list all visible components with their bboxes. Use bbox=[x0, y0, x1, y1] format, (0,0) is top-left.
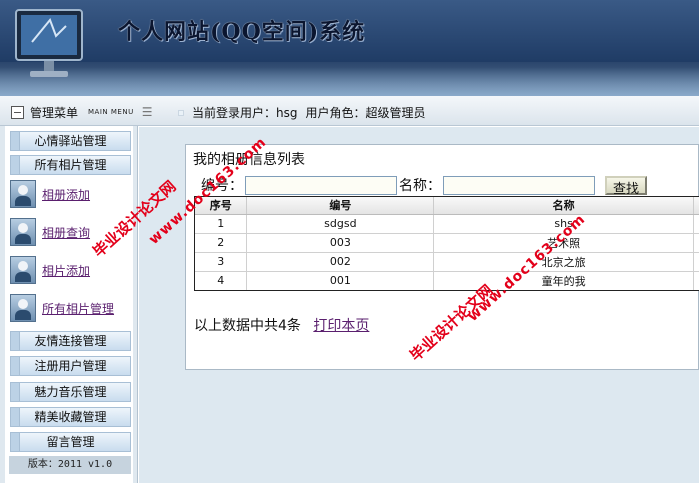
sidebar-item-messages[interactable]: 留言管理 bbox=[10, 432, 131, 452]
cell-extra bbox=[693, 252, 699, 272]
user-icon bbox=[10, 294, 36, 322]
column-header: 编号 bbox=[246, 197, 435, 215]
name-label: 名称： bbox=[399, 178, 441, 194]
sidebar-item-favorites[interactable]: 精美收藏管理 bbox=[10, 407, 131, 427]
search-bar: 编号： 名称： 查找 bbox=[201, 175, 648, 196]
sidebar-item-links[interactable]: 友情连接管理 bbox=[10, 331, 131, 351]
user-role: 用户角色：超级管理员 bbox=[305, 106, 426, 120]
table-row[interactable]: 2 003 艺术照 bbox=[195, 233, 699, 253]
sidebar-item-label: 友情连接管理 bbox=[34, 334, 107, 348]
sidebar-item-music[interactable]: 魅力音乐管理 bbox=[10, 382, 131, 402]
cell-code: 003 bbox=[246, 233, 435, 253]
table-header-row: 序号 编号 名称 bbox=[195, 197, 699, 215]
table-row[interactable]: 1 sdgsd shs bbox=[195, 214, 699, 234]
cell-extra bbox=[693, 214, 699, 234]
sidebar-item-label: 心情驿站管理 bbox=[34, 134, 107, 148]
sidebar-item-photo-add[interactable]: 相片添加 bbox=[10, 255, 134, 285]
album-table: 序号 编号 名称 1 sdgsd shs 2 003 艺术照 3 002 北京之… bbox=[195, 197, 699, 290]
sidebar-item-photos-manage[interactable]: 所有相片管理 bbox=[10, 293, 134, 323]
cell-index: 1 bbox=[195, 214, 248, 234]
cell-code: sdgsd bbox=[246, 214, 435, 234]
item-marker-icon bbox=[11, 357, 20, 375]
item-marker-icon bbox=[11, 156, 20, 174]
sidebar-item-all-photos[interactable]: 所有相片管理 bbox=[10, 155, 131, 175]
user-icon bbox=[10, 180, 36, 208]
collapse-icon[interactable] bbox=[11, 105, 24, 119]
sidebar-item-label: 精美收藏管理 bbox=[34, 410, 107, 424]
table-row[interactable]: 4 001 童年的我 bbox=[195, 271, 699, 290]
item-marker-icon bbox=[11, 383, 20, 401]
sidebar-link[interactable]: 相册查询 bbox=[42, 224, 90, 241]
cell-index: 4 bbox=[195, 271, 248, 290]
sidebar-item-label: 所有相片管理 bbox=[34, 158, 107, 172]
item-marker-icon bbox=[11, 433, 20, 451]
user-info: 当前登录用户：hsg 用户角色：超级管理员 bbox=[178, 104, 426, 121]
header-shine bbox=[0, 62, 699, 96]
version-label: 版本：2011 v1.0 bbox=[9, 456, 131, 474]
menu-subtitle: MAIN MENU bbox=[88, 108, 134, 116]
sidebar-item-label: 魅力音乐管理 bbox=[34, 385, 107, 399]
sidebar-item-album-add[interactable]: 相册添加 bbox=[10, 179, 134, 209]
name-input[interactable] bbox=[443, 175, 595, 195]
cell-index: 3 bbox=[195, 252, 248, 272]
album-table-wrapper: 序号 编号 名称 1 sdgsd shs 2 003 艺术照 3 002 北京之… bbox=[194, 196, 699, 291]
code-input[interactable] bbox=[245, 175, 397, 195]
sidebar-link[interactable]: 相片添加 bbox=[42, 262, 90, 279]
sidebar-item-mood[interactable]: 心情驿站管理 bbox=[10, 131, 131, 151]
menu-lines-icon: ☰ bbox=[141, 105, 153, 119]
column-header-extra bbox=[693, 197, 699, 215]
user-icon bbox=[10, 218, 36, 246]
header-banner: 个人网站(QQ空间)系统 bbox=[0, 0, 699, 96]
sidebar-link[interactable]: 相册添加 bbox=[42, 186, 90, 203]
app-title: 个人网站(QQ空间)系统 bbox=[118, 19, 366, 45]
sidebar-link[interactable]: 所有相片管理 bbox=[42, 300, 114, 317]
record-count: 以上数据中共4条 bbox=[194, 318, 301, 334]
table-row[interactable]: 3 002 北京之旅 bbox=[195, 252, 699, 272]
item-marker-icon bbox=[11, 408, 20, 426]
sidebar: 心情驿站管理 所有相片管理 相册添加 相册查询 相片添加 所有相片管理 友情连接… bbox=[0, 126, 138, 483]
menu-title: 管理菜单 bbox=[30, 105, 79, 120]
item-marker-icon bbox=[11, 332, 20, 350]
search-button[interactable]: 查找 bbox=[605, 175, 648, 196]
menu-header: 管理菜单 MAIN MENU ☰ bbox=[7, 101, 177, 123]
current-user: 当前登录用户：hsg bbox=[192, 106, 298, 120]
top-navbar: 管理菜单 MAIN MENU ☰ 当前登录用户：hsg 用户角色：超级管理员 bbox=[0, 96, 699, 126]
cell-name: 北京之旅 bbox=[433, 252, 695, 272]
sidebar-item-users[interactable]: 注册用户管理 bbox=[10, 356, 131, 376]
print-link[interactable]: 打印本页 bbox=[313, 318, 369, 334]
item-marker-icon bbox=[11, 132, 20, 150]
bullet-icon bbox=[178, 109, 184, 116]
cell-index: 2 bbox=[195, 233, 248, 253]
column-header: 名称 bbox=[433, 197, 695, 215]
sidebar-item-label: 注册用户管理 bbox=[34, 359, 107, 373]
cell-code: 001 bbox=[246, 271, 435, 290]
user-icon bbox=[10, 256, 36, 284]
sidebar-item-label: 留言管理 bbox=[46, 435, 95, 449]
cell-code: 002 bbox=[246, 252, 435, 272]
monitor-icon bbox=[15, 9, 83, 77]
table-footer: 以上数据中共4条 打印本页 bbox=[194, 315, 369, 335]
cell-extra bbox=[693, 271, 699, 290]
cell-extra bbox=[693, 233, 699, 253]
